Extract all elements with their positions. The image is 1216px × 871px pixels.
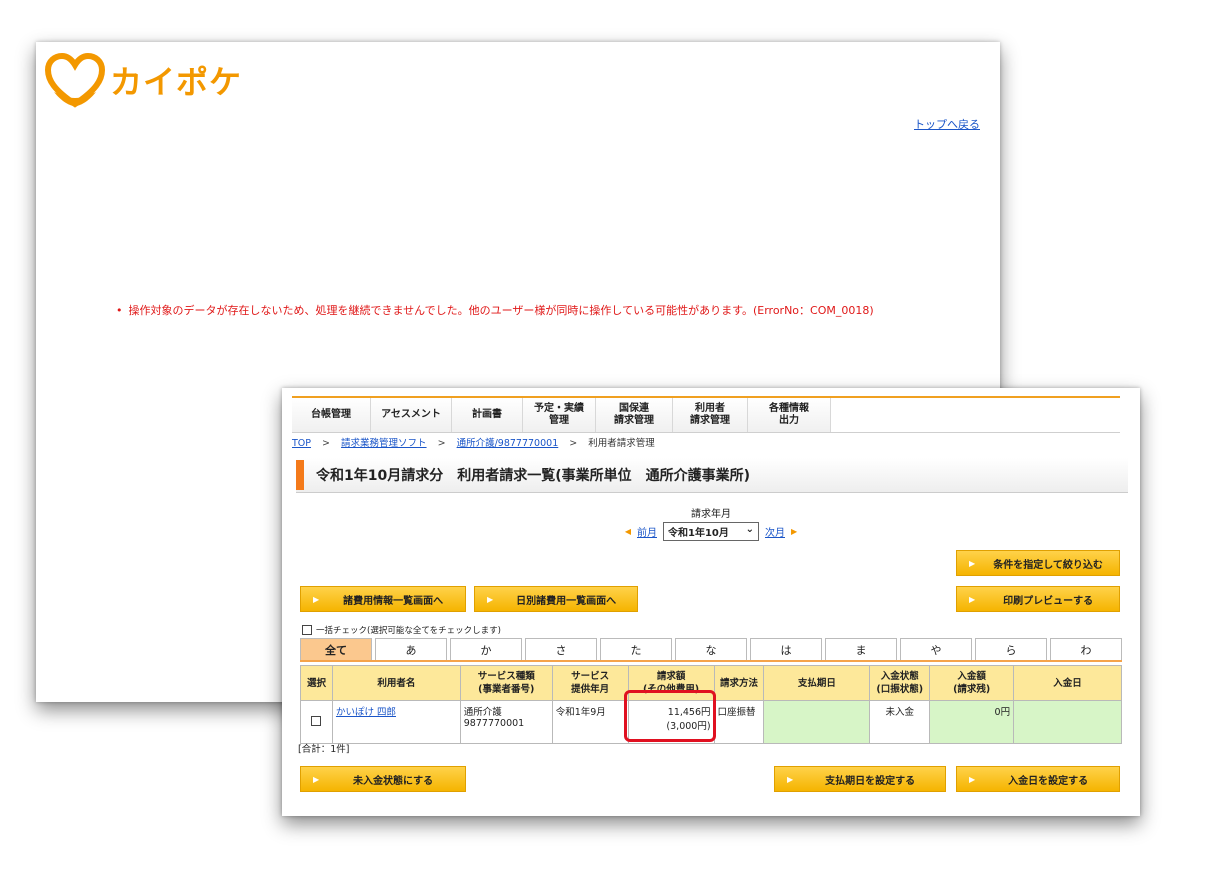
prev-month-link[interactable]: 前月 (637, 524, 657, 539)
billing-window: 台帳管理 アセスメント 計画書 予定・実績 管理 国保連 請求管理 利用者 請求… (282, 388, 1140, 816)
service-month-cell: 令和1年9月 (551, 700, 629, 744)
kana-tab-wa[interactable]: わ (1050, 638, 1122, 660)
header-due-date: 支払期日 (763, 665, 871, 701)
nav-tab-schedule[interactable]: 予定・実績 管理 (523, 398, 596, 432)
triangle-right-icon: ▶ (487, 594, 494, 604)
bulk-check: 一括チェック(選択可能な全てをチェックします) (302, 624, 501, 636)
bulk-check-checkbox[interactable] (302, 625, 312, 635)
service-type: 通所介護 (463, 707, 502, 718)
kana-tab-underline (300, 660, 1122, 662)
user-name-link[interactable]: かいぽけ 四郎 (336, 707, 396, 718)
error-text: 操作対象のデータが存在しないため、処理を継続できませんでした。他のユーザー様が同… (128, 304, 874, 317)
triangle-right-icon: ▶ (787, 774, 794, 784)
nav-tab-plan[interactable]: 計画書 (452, 398, 523, 432)
amount-highlight-box (624, 690, 716, 742)
kana-tab-na[interactable]: な (675, 638, 747, 660)
header-payment-date: 入金日 (1013, 665, 1122, 701)
header-service-type: サービス種類 (事業者番号) (459, 665, 553, 701)
business-number: 9877770001 (463, 718, 525, 729)
kana-tab-ha[interactable]: は (750, 638, 822, 660)
header-method: 請求方法 (713, 665, 765, 701)
triangle-right-icon: ▶ (969, 774, 976, 784)
next-month-link[interactable]: 次月 (765, 524, 785, 539)
set-payment-date-button[interactable]: ▶ 入金日を設定する (956, 766, 1120, 792)
method-cell: 口座振替 (713, 700, 765, 744)
payment-amount-cell: 0円 (929, 700, 1015, 744)
bullet-icon: • (116, 304, 123, 317)
triangle-right-icon: ▶ (313, 594, 320, 604)
header-payment-status: 入金状態 (口振状態) (869, 665, 931, 701)
daily-cost-list-button[interactable]: ▶ 日別諸費用一覧画面へ (474, 586, 638, 612)
triangle-left-icon: ◀ (624, 527, 631, 536)
billing-month-label: 請求年月 (691, 509, 731, 520)
breadcrumb-facility[interactable]: 通所介護/9877770001 (457, 438, 559, 449)
breadcrumb-top[interactable]: TOP (292, 438, 311, 449)
month-select[interactable]: 令和1年10月 ⌄ (663, 522, 759, 541)
kana-filter-tabs: 全て あ か さ た な は ま や ら わ (300, 638, 1122, 660)
header-payment-amount: 入金額 (請求残) (929, 665, 1015, 701)
heart-logo-icon (44, 52, 106, 108)
header-user-name: 利用者名 (331, 665, 461, 701)
kana-tab-ra[interactable]: ら (975, 638, 1047, 660)
payment-status-cell: 未入金 (869, 700, 931, 744)
total-count: [合計：1件] (298, 744, 350, 755)
nav-tab-kokuho[interactable]: 国保連 請求管理 (596, 398, 673, 432)
breadcrumb: TOP > 請求業務管理ソフト > 通所介護/9877770001 > 利用者請… (292, 438, 655, 449)
set-due-date-button[interactable]: ▶ 支払期日を設定する (774, 766, 946, 792)
main-nav: 台帳管理 アセスメント 計画書 予定・実績 管理 国保連 請求管理 利用者 請求… (292, 396, 1120, 433)
logo-text: カイポケ (110, 63, 243, 101)
header-select: 選択 (300, 665, 333, 701)
page-title: 令和1年10月請求分 利用者請求一覧(事業所単位 通所介護事業所) (316, 468, 751, 484)
cost-info-list-button[interactable]: ▶ 諸費用情報一覧画面へ (300, 586, 466, 612)
kana-tab-all[interactable]: 全て (300, 638, 372, 660)
error-message: • 操作対象のデータが存在しないため、処理を継続できませんでした。他のユーザー様が… (116, 302, 874, 318)
set-unpaid-button[interactable]: ▶ 未入金状態にする (300, 766, 466, 792)
month-select-value: 令和1年10月 (668, 528, 729, 539)
filter-button[interactable]: ▶ 条件を指定して絞り込む (956, 550, 1120, 576)
user-name-cell: かいぽけ 四郎 (331, 700, 461, 744)
row-select-cell (300, 700, 333, 744)
triangle-right-icon: ▶ (969, 594, 976, 604)
nav-tab-assessment[interactable]: アセスメント (371, 398, 452, 432)
page-title-bar: 令和1年10月請求分 利用者請求一覧(事業所単位 通所介護事業所) (296, 458, 1128, 493)
row-checkbox[interactable] (311, 715, 322, 726)
bulk-check-label: 一括チェック(選択可能な全てをチェックします) (316, 626, 501, 636)
kaipoke-logo[interactable]: カイポケ (44, 50, 242, 110)
nav-tab-ledger[interactable]: 台帳管理 (292, 398, 371, 432)
triangle-right-icon: ▶ (313, 774, 320, 784)
breadcrumb-billing-software[interactable]: 請求業務管理ソフト (341, 438, 427, 449)
payment-date-cell (1013, 700, 1122, 744)
kana-tab-ma[interactable]: ま (825, 638, 897, 660)
month-selector: ◀ 前月 令和1年10月 ⌄ 次月 ▶ (282, 522, 1140, 541)
title-accent (296, 460, 304, 490)
chevron-down-icon: ⌄ (745, 524, 754, 535)
triangle-right-icon: ▶ (791, 527, 798, 536)
kana-tab-ka[interactable]: か (450, 638, 522, 660)
nav-tab-info-output[interactable]: 各種情報 出力 (748, 398, 831, 432)
kana-tab-ta[interactable]: た (600, 638, 672, 660)
kana-tab-sa[interactable]: さ (525, 638, 597, 660)
kana-tab-ya[interactable]: や (900, 638, 972, 660)
breadcrumb-current: 利用者請求管理 (588, 438, 655, 449)
header-service-month: サービス 提供年月 (551, 665, 629, 701)
triangle-right-icon: ▶ (969, 558, 976, 568)
back-to-top-link[interactable]: トップへ戻る (914, 116, 980, 132)
kana-tab-a[interactable]: あ (375, 638, 447, 660)
print-preview-button[interactable]: ▶ 印刷プレビューする (956, 586, 1120, 612)
service-type-cell: 通所介護 9877770001 (459, 700, 553, 744)
due-date-cell (763, 700, 871, 744)
nav-tab-user-billing[interactable]: 利用者 請求管理 (673, 398, 748, 432)
